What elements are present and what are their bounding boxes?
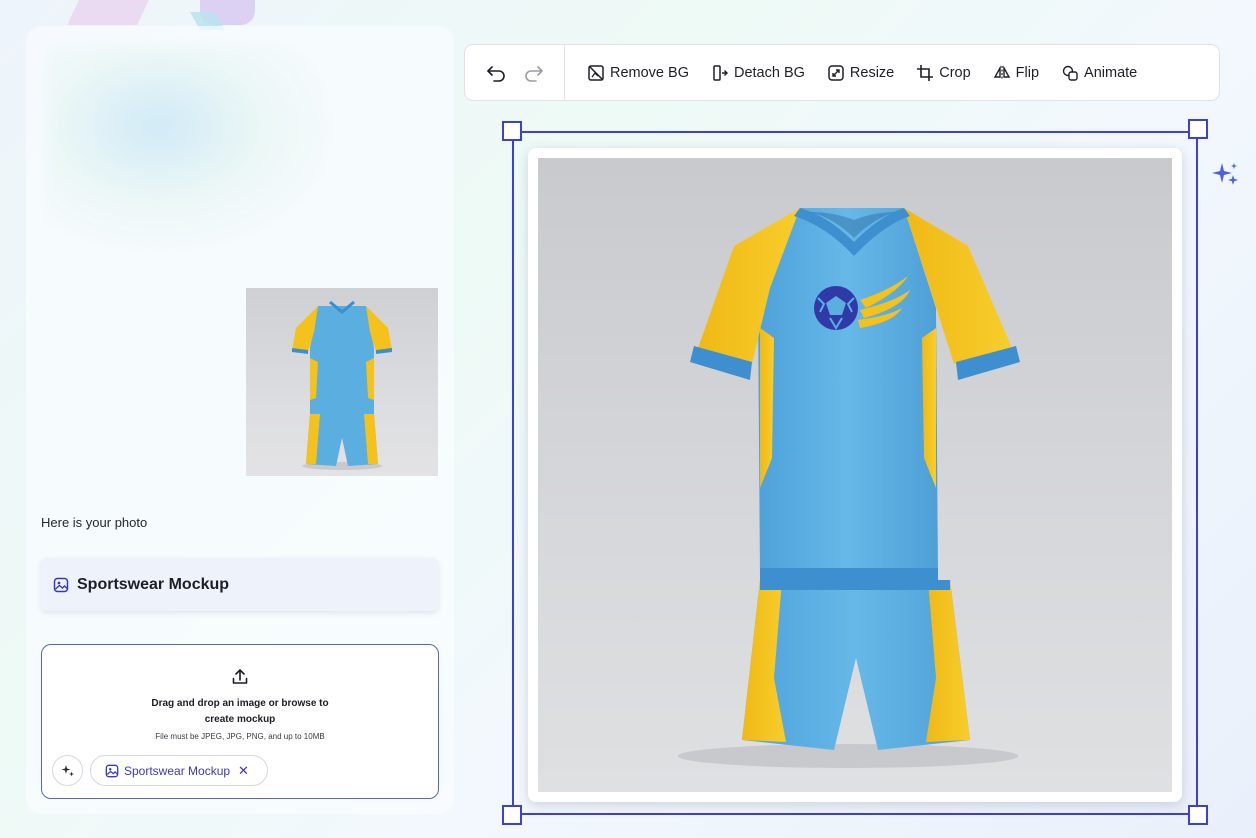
redo-icon [525, 65, 543, 82]
remove-bg-label: Remove BG [610, 64, 689, 81]
sportswear-thumbnail-image [292, 300, 392, 470]
animate-label: Animate [1084, 64, 1138, 81]
redo-button[interactable] [521, 60, 547, 86]
remove-bg-button[interactable]: Remove BG [587, 58, 689, 88]
chat-photo-thumbnail[interactable] [246, 288, 438, 476]
sportswear-mockup-image [538, 158, 1172, 792]
detach-bg-label: Detach BG [733, 64, 805, 81]
flip-icon [993, 64, 1010, 80]
template-card[interactable]: Sportswear Mockup [41, 558, 438, 611]
history-group [465, 45, 565, 100]
remove-bg-icon [588, 64, 604, 81]
detach-bg-button[interactable]: Detach BG [711, 58, 805, 88]
undo-icon [487, 65, 505, 82]
image-icon [105, 764, 119, 777]
detach-bg-icon [713, 64, 728, 81]
sparkle-icon[interactable] [1211, 160, 1241, 190]
resize-handle-top-right[interactable] [1188, 119, 1208, 139]
template-card-label: Sportswear Mockup [77, 575, 230, 593]
upload-icon [232, 669, 248, 684]
resize-icon [828, 64, 844, 81]
crop-label: Crop [939, 64, 971, 81]
sparkle-icon [61, 764, 74, 776]
upload-note: File must be JPEG, JPG, PNG, and up to 1… [155, 732, 325, 741]
resize-handle-bottom-left[interactable] [502, 805, 522, 825]
ai-enhance-button[interactable] [52, 755, 83, 786]
close-icon[interactable]: ✕ [238, 763, 249, 779]
undo-button[interactable] [483, 60, 509, 86]
tool-group: Remove BG Detach BG Resize Crop Flip Ani… [565, 58, 1137, 88]
chat-glow-decoration [46, 46, 326, 246]
resize-handle-bottom-right[interactable] [1188, 805, 1208, 825]
crop-button[interactable]: Crop [916, 58, 971, 88]
resize-label: Resize [849, 64, 895, 81]
flip-button[interactable]: Flip [993, 58, 1039, 88]
resize-handle-top-left[interactable] [502, 121, 522, 141]
animate-icon [1062, 65, 1078, 81]
template-chip[interactable]: Sportswear Mockup ✕ [90, 755, 268, 786]
sportswear-jersey-illustration [678, 208, 1020, 768]
upload-title: Drag and drop an image or browse to crea… [151, 698, 329, 725]
resize-button[interactable]: Resize [827, 58, 894, 88]
crop-icon [917, 64, 934, 81]
chat-panel: Here is your photo Sportswear Mockup Dra… [26, 26, 454, 814]
chat-message: Here is your photo [41, 515, 148, 530]
editor-toolbar: Remove BG Detach BG Resize Crop Flip Ani… [464, 44, 1220, 101]
canvas-image-card[interactable] [528, 148, 1182, 802]
flip-label: Flip [1015, 64, 1040, 81]
animate-button[interactable]: Animate [1061, 58, 1137, 88]
image-icon [53, 577, 69, 592]
upload-dropzone[interactable]: Drag and drop an image or browse to crea… [41, 644, 439, 799]
background-shape [67, 0, 163, 25]
chip-label: Sportswear Mockup [124, 763, 231, 778]
